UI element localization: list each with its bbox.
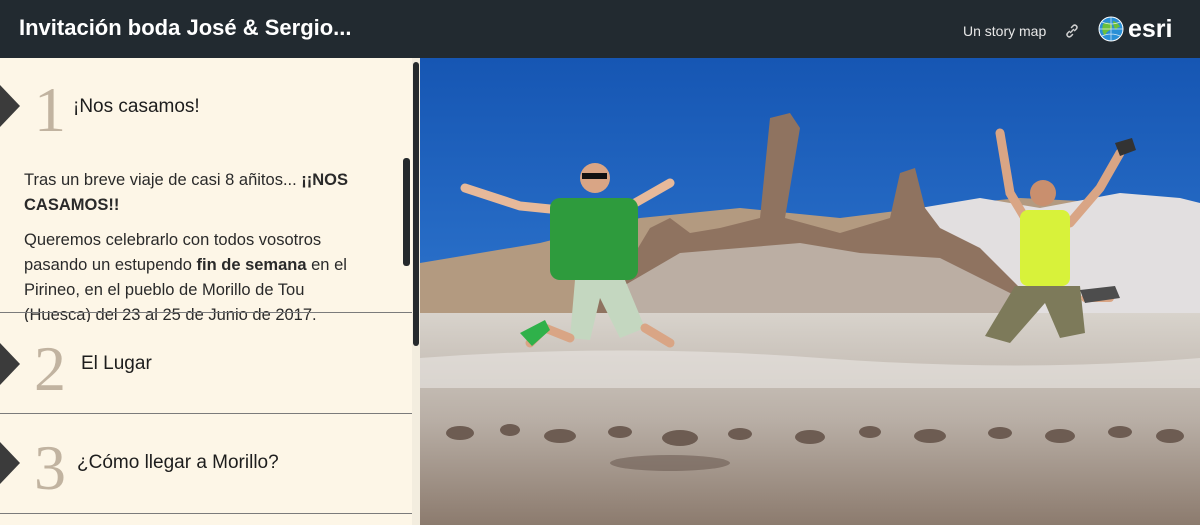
section-1-text: Tras un breve viaje de casi 8 añitos... … (24, 168, 374, 322)
section-number: 1 (34, 74, 66, 145)
section-scrollbar[interactable] (403, 158, 410, 266)
section-marker-icon (0, 343, 20, 385)
esri-logo[interactable]: esri (1098, 13, 1172, 45)
globe-icon (1098, 16, 1124, 42)
esri-wordmark: esri (1128, 14, 1173, 43)
story-sidebar: 1 ¡Nos casamos! Tras un breve viaje de c… (0, 58, 420, 525)
section-title: ¡Nos casamos! (73, 96, 200, 117)
section-divider (0, 513, 412, 514)
section-title: El Lugar (81, 353, 152, 374)
section-3[interactable]: 3 ¿Cómo llegar a Morillo? (0, 414, 412, 514)
main-photo (420, 58, 1200, 525)
link-icon[interactable] (1063, 22, 1081, 40)
desert-jump-photo (420, 58, 1200, 525)
section-number: 3 (34, 432, 66, 503)
text-run: Tras un breve viaje de casi 8 añitos... (24, 171, 302, 189)
section-number: 2 (34, 333, 66, 404)
paragraph-1: Tras un breve viaje de casi 8 añitos... … (24, 168, 374, 218)
paragraph-2: Queremos celebrarlo con todos vosotros p… (24, 228, 374, 322)
top-bar: Invitación boda José & Sergio... Un stor… (0, 0, 1200, 58)
section-marker-icon (0, 442, 20, 484)
text-bold: fin de semana (196, 256, 307, 274)
section-marker-icon (0, 85, 20, 127)
section-2[interactable]: 2 El Lugar (0, 313, 412, 413)
sidebar-scrollbar[interactable] (413, 62, 419, 346)
app-title: Invitación boda José & Sergio... (19, 15, 352, 40)
section-title: ¿Cómo llegar a Morillo? (77, 452, 279, 473)
section-1[interactable]: 1 ¡Nos casamos! (0, 58, 412, 158)
section-1-content: Tras un breve viaje de casi 8 añitos... … (0, 158, 402, 322)
story-map-subtitle: Un story map (963, 23, 1047, 39)
